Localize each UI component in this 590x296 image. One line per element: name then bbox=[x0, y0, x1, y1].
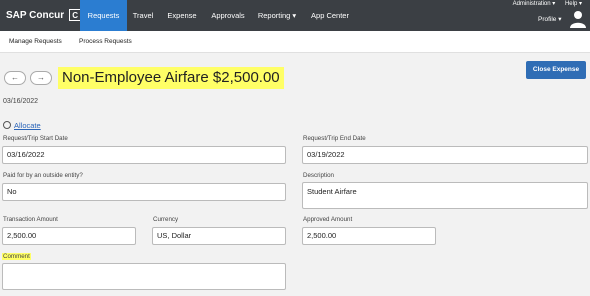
sap-concur-logo[interactable]: SAP Concur C bbox=[6, 8, 82, 22]
tab-app-center[interactable]: App Center bbox=[307, 0, 353, 31]
request-date: 03/16/2022 bbox=[3, 98, 39, 105]
currency-select[interactable]: US, Dollar bbox=[152, 227, 286, 245]
close-expense-button[interactable]: Close Expense bbox=[526, 61, 586, 79]
help-menu[interactable]: Help ▾ bbox=[565, 1, 582, 7]
forward-arrow-icon[interactable]: → bbox=[30, 71, 52, 85]
top-navigation: SAP Concur C Requests Travel Expense App… bbox=[0, 0, 590, 31]
administration-menu[interactable]: Administration ▾ bbox=[513, 1, 556, 7]
tab-approvals[interactable]: Approvals bbox=[208, 0, 248, 31]
approved-amount-field[interactable]: 2,500.00 bbox=[302, 227, 436, 245]
sub-navigation: Manage Requests Process Requests bbox=[0, 31, 590, 53]
user-avatar-icon[interactable] bbox=[570, 10, 586, 28]
tab-expense[interactable]: Expense bbox=[164, 0, 200, 31]
end-date-field[interactable]: 03/19/2022 bbox=[302, 146, 588, 164]
allocate-link[interactable]: Allocate bbox=[3, 121, 41, 130]
page-title: Non-Employee Airfare $2,500.00 bbox=[58, 67, 284, 89]
transaction-amount-label: Transaction Amount bbox=[3, 216, 58, 223]
tab-travel[interactable]: Travel bbox=[128, 0, 158, 31]
allocate-label[interactable]: Allocate bbox=[14, 121, 41, 130]
approved-amount-label: Approved Amount bbox=[303, 216, 353, 223]
process-requests-link[interactable]: Process Requests bbox=[79, 38, 132, 45]
brand-name: SAP Concur bbox=[6, 9, 65, 21]
back-arrow-icon[interactable]: ← bbox=[4, 71, 26, 85]
manage-requests-link[interactable]: Manage Requests bbox=[9, 38, 62, 45]
admin-bar: Administration ▾ Help ▾ bbox=[505, 0, 582, 7]
currency-label: Currency bbox=[153, 216, 179, 223]
start-date-field[interactable]: 03/16/2022 bbox=[2, 146, 286, 164]
comment-label: Comment bbox=[2, 253, 31, 260]
end-date-label: Request/Trip End Date bbox=[303, 135, 366, 142]
description-label: Description bbox=[303, 172, 334, 179]
tab-reporting[interactable]: Reporting ▾ bbox=[254, 0, 300, 31]
start-date-label: Request/Trip Start Date bbox=[3, 135, 68, 142]
description-field[interactable]: Student Airfare bbox=[302, 182, 588, 209]
allocate-pie-icon bbox=[3, 121, 11, 129]
profile-menu[interactable]: Profile ▾ bbox=[538, 15, 562, 23]
paid-outside-label: Paid for by an outside entity? bbox=[3, 172, 83, 179]
comment-field[interactable] bbox=[2, 263, 286, 290]
paid-outside-select[interactable]: No bbox=[2, 183, 286, 201]
transaction-amount-field[interactable]: 2,500.00 bbox=[2, 227, 136, 245]
tab-requests[interactable]: Requests bbox=[80, 0, 127, 31]
